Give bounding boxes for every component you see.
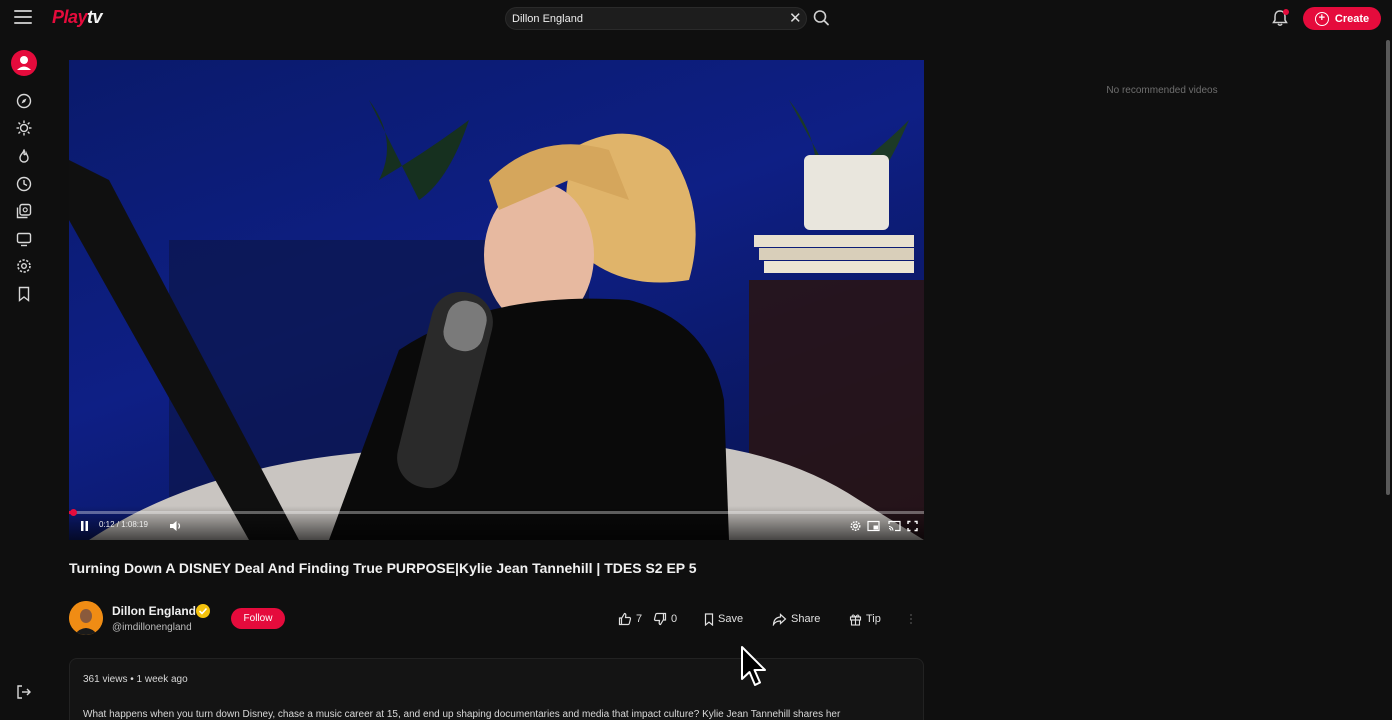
thumbs-up-icon: [618, 612, 632, 626]
share-icon: [772, 612, 787, 626]
save-label: Save: [718, 613, 744, 625]
logout-icon[interactable]: [16, 684, 32, 700]
sun-icon[interactable]: [16, 120, 32, 136]
gift-icon: [849, 613, 862, 626]
bookmark-icon[interactable]: [16, 286, 32, 302]
mouse-pointer-icon: [741, 646, 766, 686]
profile-avatar[interactable]: [11, 50, 37, 76]
picture-in-picture-icon[interactable]: [867, 520, 880, 532]
view-count-and-date: 361 views • 1 week ago: [83, 674, 188, 685]
no-recommendations-text: No recommended videos: [1106, 85, 1218, 96]
settings-gear-icon[interactable]: [850, 520, 861, 532]
flame-icon[interactable]: [16, 148, 32, 164]
logo-part-1: Play: [52, 7, 88, 27]
time-display: 0:12 / 1:08:19: [99, 520, 148, 529]
share-label: Share: [791, 613, 821, 625]
clear-search-icon[interactable]: ✕: [789, 11, 803, 27]
search-input[interactable]: [512, 11, 772, 27]
channel-avatar[interactable]: [69, 601, 103, 635]
video-player[interactable]: 0:12 / 1:08:19: [69, 60, 924, 540]
description-box[interactable]: 361 views • 1 week ago What happens when…: [69, 658, 924, 720]
tip-button[interactable]: Tip: [849, 610, 881, 628]
pause-icon[interactable]: [80, 520, 89, 532]
follow-button[interactable]: Follow: [231, 608, 285, 629]
dislike-button[interactable]: 0: [653, 610, 677, 628]
more-options-icon[interactable]: [908, 610, 914, 628]
tv-icon[interactable]: [16, 231, 32, 247]
fullscreen-icon[interactable]: [907, 520, 918, 532]
create-label: Create: [1334, 12, 1370, 25]
search-icon[interactable]: [812, 8, 830, 28]
playtv-logo[interactable]: Playtv: [52, 7, 103, 28]
notification-dot: [1283, 9, 1289, 15]
video-title: Turning Down A DISNEY Deal And Finding T…: [69, 560, 697, 576]
library-icon[interactable]: [16, 203, 32, 219]
top-bar: Playtv ✕ + Create: [0, 0, 1392, 38]
channel-handle: @imdillonengland: [112, 622, 192, 633]
create-button[interactable]: + Create: [1303, 7, 1381, 30]
settings-icon[interactable]: [16, 258, 32, 274]
page-scrollbar[interactable]: [1384, 38, 1392, 720]
sidebar: [0, 38, 48, 720]
compass-icon[interactable]: [16, 93, 32, 109]
bookmark-icon: [704, 612, 714, 626]
save-button[interactable]: Save: [704, 610, 743, 628]
logo-part-2: tv: [87, 7, 103, 27]
cast-icon[interactable]: [888, 520, 901, 532]
clock-icon[interactable]: [16, 176, 32, 192]
like-count: 7: [636, 613, 643, 625]
progress-bar[interactable]: [69, 509, 924, 516]
tip-label: Tip: [866, 613, 881, 625]
share-button[interactable]: Share: [772, 610, 820, 628]
search-box: ✕: [505, 7, 807, 30]
description-text: What happens when you turn down Disney, …: [83, 709, 841, 720]
thumbs-down-icon: [653, 612, 667, 626]
verified-badge-icon: [196, 604, 210, 618]
volume-icon[interactable]: [169, 520, 182, 532]
dislike-count: 0: [671, 613, 678, 625]
video-frame: [69, 100, 924, 540]
channel-name[interactable]: Dillon England: [112, 604, 196, 618]
menu-icon[interactable]: [14, 10, 32, 26]
notifications-bell-icon[interactable]: [1270, 8, 1290, 28]
plus-circle-icon: +: [1314, 11, 1329, 26]
progress-knob[interactable]: [70, 509, 77, 516]
scrollbar-thumb[interactable]: [1386, 40, 1390, 495]
like-button[interactable]: 7: [618, 610, 642, 628]
